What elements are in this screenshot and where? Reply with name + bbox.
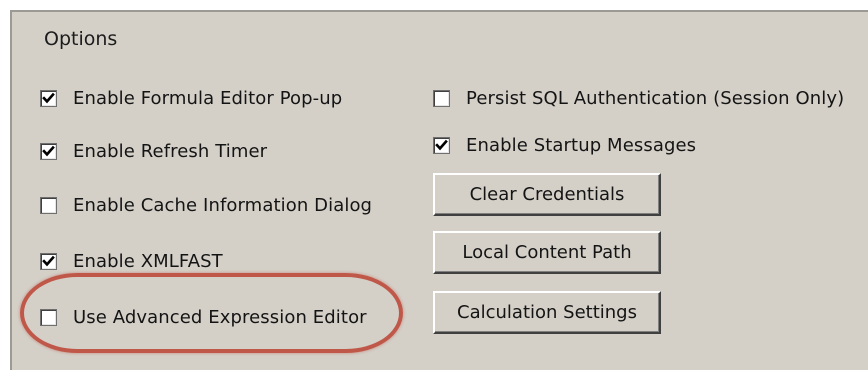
checkbox-advanced-expression-editor[interactable] (40, 308, 57, 326)
check-row-formula-editor-popup[interactable]: Enable Formula Editor Pop-up (40, 86, 342, 110)
checkbox-xmlfast[interactable] (40, 252, 57, 270)
options-group-title: Options (44, 28, 118, 50)
checkmark-icon (435, 139, 448, 150)
checkbox-persist-sql-authentication[interactable] (433, 89, 450, 107)
label-startup-messages: Enable Startup Messages (466, 134, 697, 156)
checkmark-icon (42, 255, 55, 266)
local-content-path-button[interactable]: Local Content Path (433, 231, 661, 274)
checkbox-startup-messages[interactable] (433, 136, 450, 154)
label-xmlfast: Enable XMLFAST (73, 250, 223, 272)
checkbox-formula-editor-popup[interactable] (40, 89, 57, 107)
label-refresh-timer: Enable Refresh Timer (73, 140, 268, 162)
check-row-startup-messages[interactable]: Enable Startup Messages (433, 133, 696, 157)
clear-credentials-button[interactable]: Clear Credentials (433, 173, 661, 216)
checkmark-icon (42, 92, 55, 103)
label-advanced-expression-editor: Use Advanced Expression Editor (73, 306, 367, 328)
label-persist-sql-authentication: Persist SQL Authentication (Session Only… (466, 87, 845, 109)
checkbox-cache-information-dialog[interactable] (40, 196, 57, 214)
check-row-cache-information-dialog[interactable]: Enable Cache Information Dialog (40, 193, 372, 217)
calculation-settings-button[interactable]: Calculation Settings (433, 291, 661, 334)
check-row-advanced-expression-editor[interactable]: Use Advanced Expression Editor (40, 305, 367, 329)
label-cache-information-dialog: Enable Cache Information Dialog (73, 194, 373, 216)
label-formula-editor-popup: Enable Formula Editor Pop-up (73, 87, 343, 109)
check-row-persist-sql-authentication[interactable]: Persist SQL Authentication (Session Only… (433, 86, 844, 110)
checkmark-icon (42, 145, 55, 156)
check-row-xmlfast[interactable]: Enable XMLFAST (40, 249, 223, 273)
check-row-refresh-timer[interactable]: Enable Refresh Timer (40, 139, 267, 163)
checkbox-refresh-timer[interactable] (40, 142, 57, 160)
